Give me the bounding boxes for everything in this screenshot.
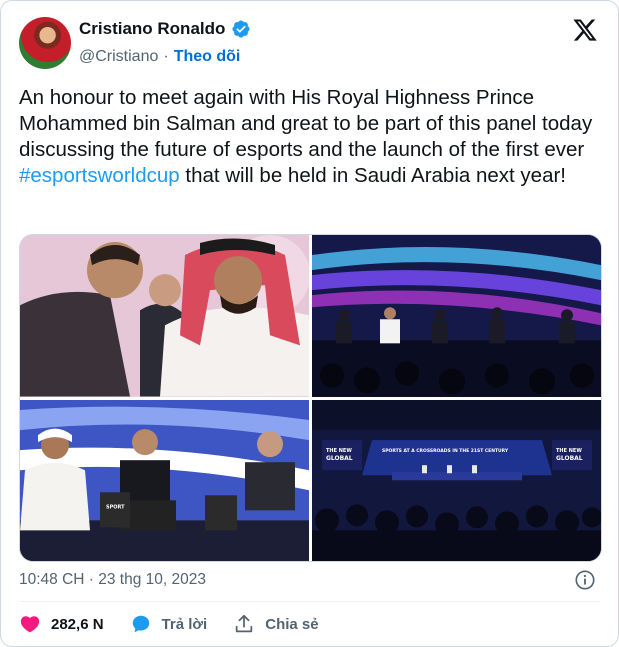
tweet-text: An honour to meet again with His Royal H…: [19, 85, 604, 189]
tweet-card: Cristiano Ronaldo @Cristiano · Theo dõi …: [0, 0, 619, 647]
tweet-text-before: An honour to meet again with His Royal H…: [19, 86, 593, 161]
handle-separator: ·: [163, 48, 169, 65]
author-handle[interactable]: @Cristiano: [79, 48, 158, 66]
follow-button[interactable]: Theo dõi: [174, 48, 241, 66]
author-name[interactable]: Cristiano Ronaldo: [79, 19, 225, 39]
divider: [19, 601, 600, 602]
author-name-row: Cristiano Ronaldo: [79, 19, 251, 39]
media-grid: SPORT SPORTS AT A CROSSROADS IN THE 21ST…: [19, 234, 602, 562]
heart-icon: [20, 616, 40, 633]
info-icon[interactable]: [574, 569, 596, 591]
reply-bubble-icon: [132, 615, 149, 633]
tweet-text-after: that will be held in Saudi Arabia next y…: [179, 164, 566, 187]
reply-button[interactable]: Trả lời: [130, 613, 208, 635]
avatar[interactable]: [19, 17, 71, 69]
reply-label: Trả lời: [161, 615, 208, 633]
logo-left-line1: THE NEW: [326, 448, 352, 454]
logo-right-line1: THE NEW: [556, 448, 582, 454]
share-label: Chia sẻ: [265, 615, 319, 633]
logo-left-line2: GLOBAL: [326, 455, 353, 462]
hashtag-link[interactable]: #esportsworldcup: [19, 164, 180, 187]
photo-2-illustration: [312, 235, 601, 397]
panel-banner-text: SPORTS AT A CROSSROADS IN THE 21ST CENTU…: [382, 448, 509, 454]
photo-1[interactable]: [20, 235, 309, 397]
photo-2[interactable]: [312, 235, 601, 397]
x-logo-icon[interactable]: [572, 17, 598, 43]
action-bar: 282,6 N Trả lời Chia sẻ: [19, 613, 345, 635]
share-icon: [236, 614, 253, 633]
verified-badge-icon: [232, 20, 250, 38]
photo-3[interactable]: SPORT: [20, 399, 309, 561]
photo-4-illustration: SPORTS AT A CROSSROADS IN THE 21ST CENTU…: [312, 399, 601, 561]
photo-1-illustration: [20, 235, 309, 397]
handle-row: @Cristiano · Theo dõi: [79, 48, 240, 66]
share-button[interactable]: Chia sẻ: [233, 613, 319, 635]
chair-logo-text-1: SPORT: [106, 504, 125, 510]
tweet-header: Cristiano Ronaldo @Cristiano · Theo dõi: [19, 15, 600, 75]
photo-3-illustration: SPORT: [20, 399, 309, 561]
photo-4[interactable]: SPORTS AT A CROSSROADS IN THE 21ST CENTU…: [312, 399, 601, 561]
like-count: 282,6 N: [51, 615, 104, 633]
logo-right-line2: GLOBAL: [556, 455, 583, 462]
tweet-timestamp[interactable]: 10:48 CH · 23 thg 10, 2023: [19, 571, 206, 589]
like-button[interactable]: 282,6 N: [19, 613, 104, 635]
